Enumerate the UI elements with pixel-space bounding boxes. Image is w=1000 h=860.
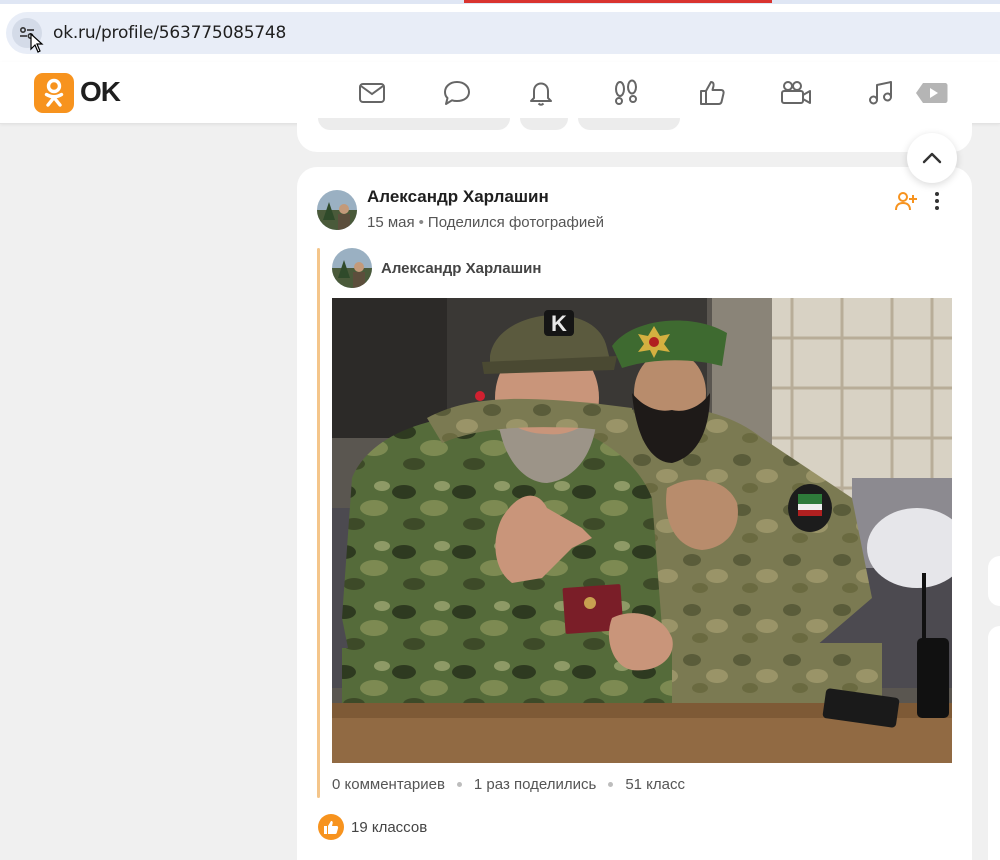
like-badge <box>318 814 344 840</box>
post-meta: 15 мая • Поделился фотографией <box>367 214 604 231</box>
author-name[interactable]: Александр Харлашин <box>367 187 549 207</box>
like-icon[interactable] <box>695 76 729 110</box>
stats-separator <box>608 782 614 787</box>
video-play-icon[interactable] <box>914 76 950 110</box>
repost-indicator-line <box>317 248 320 798</box>
thumbs-up-icon <box>324 820 339 834</box>
mouse-cursor-icon <box>30 33 44 53</box>
video-camera-icon[interactable] <box>779 76 813 110</box>
previous-action-pill <box>318 118 510 130</box>
likes-count: 19 классов <box>351 818 428 836</box>
dot-icon <box>935 192 939 196</box>
url-text[interactable]: ok.ru/profile/563775085748 <box>53 23 286 43</box>
ok-logo-icon <box>44 78 64 107</box>
mail-icon[interactable] <box>355 76 389 110</box>
add-friend-icon <box>895 192 917 211</box>
stats-separator <box>456 782 462 787</box>
comments-count[interactable]: 0 комментариев <box>332 776 445 793</box>
side-panel-edge <box>988 556 1000 606</box>
music-icon[interactable] <box>864 76 898 110</box>
previous-post-card <box>297 110 972 152</box>
more-options-button[interactable] <box>926 189 948 213</box>
author-avatar[interactable] <box>317 190 357 230</box>
side-panel-edge <box>988 626 1000 860</box>
previous-action-pill <box>578 118 680 130</box>
inner-author-name[interactable]: Александр Харлашин <box>381 260 541 277</box>
meta-separator: • <box>418 214 424 231</box>
ok-wordmark[interactable]: OK <box>80 76 121 108</box>
active-tab-indicator <box>464 0 772 3</box>
post-date[interactable]: 15 мая <box>367 214 415 231</box>
post-action-text: Поделился фотографией <box>427 214 604 231</box>
chevron-up-icon <box>922 152 942 164</box>
add-friend-button[interactable] <box>894 190 918 212</box>
post-photo[interactable]: K <box>332 298 952 763</box>
scroll-to-top-button[interactable] <box>907 133 957 183</box>
footprints-icon[interactable] <box>609 76 643 110</box>
svg-text:K: K <box>551 311 567 336</box>
dot-icon <box>935 206 939 210</box>
chat-icon[interactable] <box>440 76 474 110</box>
post-stats: 0 комментариев 1 раз поделились 51 класс <box>332 776 685 793</box>
bell-icon[interactable] <box>524 76 558 110</box>
previous-action-pill <box>520 118 568 130</box>
ok-logo[interactable] <box>34 73 74 113</box>
classes-count[interactable]: 51 класс <box>625 776 685 793</box>
likes-summary[interactable]: 19 классов <box>318 814 427 840</box>
shares-count[interactable]: 1 раз поделились <box>474 776 596 793</box>
dot-icon <box>935 199 939 203</box>
inner-author-avatar[interactable] <box>332 248 372 288</box>
